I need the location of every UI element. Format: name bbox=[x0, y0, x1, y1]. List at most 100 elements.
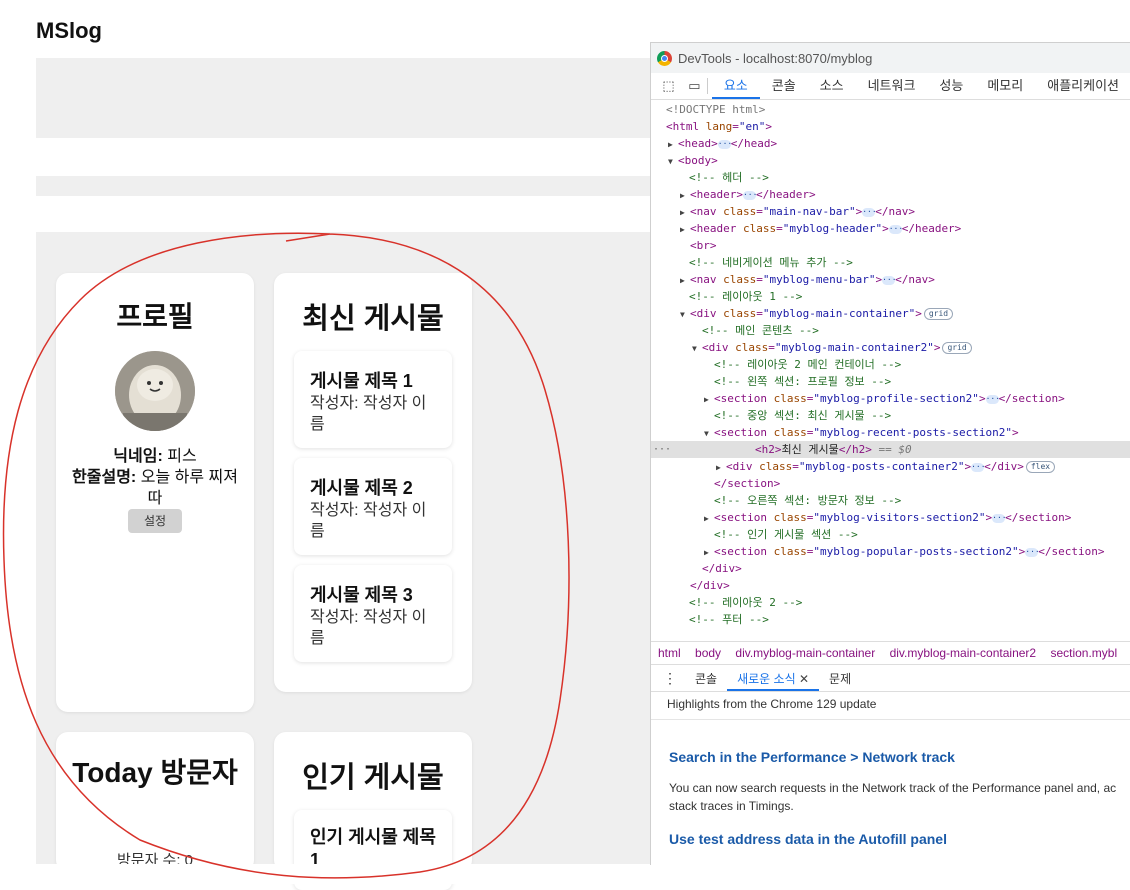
dom-node[interactable]: ▶ <section class="myblog-profile-section2… bbox=[651, 390, 1065, 407]
comment-text: <!-- 레이아웃 2 --> bbox=[689, 596, 803, 609]
collapse-arrow-icon[interactable]: ▼ bbox=[704, 425, 714, 442]
attr-value: "myblog-main-container2" bbox=[774, 341, 934, 354]
feature-description: stack traces in Timings. bbox=[669, 799, 794, 813]
dom-node[interactable]: </div> bbox=[651, 577, 730, 594]
drawer-tab-issues[interactable]: 문제 bbox=[819, 666, 861, 691]
dom-node[interactable]: ▼ <div class="myblog-main-container2"> gri… bbox=[651, 339, 972, 356]
attr-value: "myblog-header" bbox=[782, 222, 883, 235]
dom-node[interactable]: ▶ <head>···</head> bbox=[651, 135, 777, 152]
expand-arrow-icon[interactable]: ▶ bbox=[704, 510, 714, 527]
tab-sources[interactable]: 소스 bbox=[808, 75, 856, 99]
attr-value: "myblog-popular-posts-section2" bbox=[813, 545, 1019, 558]
expand-arrow-icon[interactable]: ▶ bbox=[680, 221, 690, 238]
tag-text: <section bbox=[714, 511, 767, 524]
dom-node[interactable]: <html lang="en"> bbox=[651, 118, 772, 135]
flex-badge[interactable]: flex bbox=[1025, 461, 1056, 473]
dom-node[interactable]: </section> bbox=[651, 475, 780, 492]
dom-node[interactable]: <!DOCTYPE html> bbox=[651, 101, 765, 118]
dom-node[interactable]: <br> bbox=[651, 237, 717, 254]
dom-node[interactable]: ▼ <body> bbox=[651, 152, 718, 169]
ellipsis-badge[interactable]: ··· bbox=[971, 462, 986, 472]
breadcrumb-item[interactable]: section.mybl bbox=[1050, 646, 1117, 660]
ellipsis-badge[interactable]: ··· bbox=[985, 394, 1000, 404]
feature-link[interactable]: Search in the Performance > Network trac… bbox=[669, 749, 955, 765]
inspect-element-icon[interactable]: ⬚ bbox=[660, 78, 677, 94]
breadcrumb-item[interactable]: body bbox=[695, 646, 721, 660]
drawer-tab-whats-new[interactable]: 새로운 소식 ✕ bbox=[727, 666, 820, 691]
node-text: 최신 게시물 bbox=[781, 443, 839, 456]
dom-node[interactable]: ▶ <nav class="myblog-menu-bar">···</nav> bbox=[651, 271, 935, 288]
more-options-icon[interactable]: ··· bbox=[653, 441, 671, 458]
feature-link[interactable]: Use test address data in the Autofill pa… bbox=[669, 831, 947, 847]
post-card[interactable]: 게시물 제목 3 작성자: 작성자 이름 bbox=[294, 565, 452, 662]
ellipsis-badge[interactable]: ··· bbox=[742, 190, 757, 200]
dom-node[interactable]: ▶ <section class="myblog-visitors-section… bbox=[651, 509, 1071, 526]
ellipsis-badge[interactable]: ··· bbox=[882, 275, 897, 285]
breadcrumb-item[interactable]: html bbox=[658, 646, 681, 660]
dom-node[interactable]: ▼ <div class="myblog-main-container"> grid bbox=[651, 305, 954, 323]
grid-badge[interactable]: grid bbox=[942, 342, 972, 354]
attr-value: "myblog-recent-posts-section2" bbox=[813, 426, 1013, 439]
dom-node[interactable]: <!-- 메인 콘텐츠 --> bbox=[651, 322, 819, 339]
tag-text: </nav> bbox=[895, 273, 935, 286]
tab-console[interactable]: 콘솔 bbox=[760, 75, 808, 99]
dom-node[interactable]: ▶ <header class="myblog-header">···</head… bbox=[651, 220, 961, 237]
post-author: 작성자: 작성자 이름 bbox=[310, 502, 427, 540]
collapse-arrow-icon[interactable]: ▼ bbox=[680, 306, 690, 323]
page-bottom-margin bbox=[0, 864, 1130, 884]
collapse-arrow-icon[interactable]: ▼ bbox=[668, 153, 678, 170]
close-icon[interactable]: ✕ bbox=[799, 672, 809, 686]
settings-button[interactable]: 설정 bbox=[128, 509, 182, 533]
tag-text: </header> bbox=[755, 188, 816, 201]
post-card[interactable]: 게시물 제목 2 작성자: 작성자 이름 bbox=[294, 458, 452, 555]
dom-node[interactable]: <!-- 왼쪽 섹션: 프로필 정보 --> bbox=[651, 373, 891, 390]
ellipsis-badge[interactable]: ··· bbox=[1025, 547, 1040, 557]
expand-arrow-icon[interactable]: ▶ bbox=[704, 391, 714, 408]
dom-node[interactable]: <!-- 레이아웃 1 --> bbox=[651, 288, 802, 305]
tag-text: </nav> bbox=[875, 205, 915, 218]
tab-elements[interactable]: 요소 bbox=[711, 75, 760, 99]
dom-node[interactable]: <!-- 레이아웃 2 메인 컨테이너 --> bbox=[651, 356, 901, 373]
dom-node[interactable]: ▶ <section class="myblog-popular-posts-se… bbox=[651, 543, 1105, 560]
breadcrumb-item[interactable]: div.myblog-main-container2 bbox=[890, 646, 1037, 660]
dom-node[interactable]: <!-- 오른쪽 섹션: 방문자 정보 --> bbox=[651, 492, 901, 509]
expand-arrow-icon[interactable]: ▶ bbox=[716, 459, 726, 476]
dom-node-selected[interactable]: ··· <h2>최신 게시물</h2> == $0 bbox=[651, 441, 1130, 458]
breadcrumb-item[interactable]: div.myblog-main-container bbox=[735, 646, 875, 660]
dom-node[interactable]: </div> bbox=[651, 560, 742, 577]
dom-node[interactable]: <!-- 네비게이션 메뉴 추가 --> bbox=[651, 254, 853, 271]
dom-node[interactable]: ▶ <div class="myblog-posts-container2">··… bbox=[651, 458, 1056, 476]
post-card[interactable]: 게시물 제목 1 작성자: 작성자 이름 bbox=[294, 351, 452, 448]
drawer-menu-icon[interactable]: ⋮ bbox=[663, 670, 677, 687]
nickname-value: 피스 bbox=[167, 448, 197, 465]
expand-arrow-icon[interactable]: ▶ bbox=[680, 187, 690, 204]
dom-node[interactable]: <!-- 인기 게시물 섹션 --> bbox=[651, 526, 858, 543]
dom-node[interactable]: <!-- 중앙 섹션: 최신 게시물 --> bbox=[651, 407, 891, 424]
tab-application[interactable]: 애플리케이션 bbox=[1035, 75, 1130, 99]
grid-badge[interactable]: grid bbox=[923, 308, 954, 320]
dom-node[interactable]: <!-- 레이아웃 2 --> bbox=[651, 594, 802, 611]
expand-arrow-icon[interactable]: ▶ bbox=[704, 544, 714, 561]
expand-arrow-icon[interactable]: ▶ bbox=[668, 136, 678, 153]
ellipsis-badge[interactable]: ··· bbox=[992, 513, 1007, 523]
dom-node[interactable]: <!-- 푸터 --> bbox=[651, 611, 769, 628]
dom-node[interactable]: ▼ <section class="myblog-recent-posts-sec… bbox=[651, 424, 1019, 441]
expand-arrow-icon[interactable]: ▶ bbox=[680, 272, 690, 289]
drawer-tab-console[interactable]: 콘솔 bbox=[685, 666, 727, 691]
whats-new-panel: Highlights from the Chrome 129 update Se… bbox=[651, 693, 1130, 865]
dom-node[interactable]: ▶ <header>···</header> bbox=[651, 186, 816, 203]
dom-node[interactable]: ▶ <nav class="main-nav-bar">···</nav> bbox=[651, 203, 915, 220]
expand-arrow-icon[interactable]: ▶ bbox=[680, 204, 690, 221]
site-title[interactable]: MSlog bbox=[36, 18, 102, 44]
device-toolbar-icon[interactable]: ▭ bbox=[686, 78, 703, 94]
collapse-arrow-icon[interactable]: ▼ bbox=[692, 340, 702, 357]
ellipsis-badge[interactable]: ··· bbox=[888, 224, 903, 234]
ellipsis-badge[interactable]: ··· bbox=[862, 207, 877, 217]
tab-memory[interactable]: 메모리 bbox=[975, 75, 1035, 99]
tag-text: <section bbox=[714, 426, 767, 439]
tab-network[interactable]: 네트워크 bbox=[856, 75, 928, 99]
tab-performance[interactable]: 성능 bbox=[927, 75, 975, 99]
ellipsis-badge[interactable]: ··· bbox=[717, 139, 732, 149]
dom-node[interactable]: <!-- 헤더 --> bbox=[651, 169, 769, 186]
whats-new-header: Highlights from the Chrome 129 update bbox=[667, 697, 877, 711]
